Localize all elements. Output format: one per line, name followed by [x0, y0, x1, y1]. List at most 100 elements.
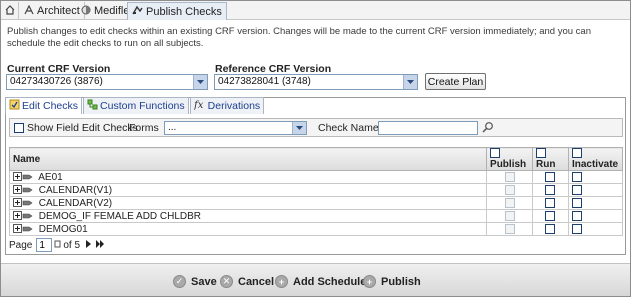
publish-label: Publish	[381, 275, 421, 288]
tab-publish-checks[interactable]: Publish Checks	[127, 2, 227, 20]
current-crf-select[interactable]: 04273430726 (3876)	[6, 74, 208, 90]
inactivate-cell	[567, 196, 624, 210]
pager: Page of 5	[9, 237, 105, 253]
home-icon	[5, 4, 18, 18]
publish-checkbox[interactable]	[504, 171, 515, 182]
column-inactivate-label: Inactivate	[571, 159, 619, 170]
expand-icon[interactable]	[13, 171, 33, 182]
page-description: Publish changes to edit checks within an…	[7, 26, 592, 49]
cancel-label: Cancel	[238, 275, 275, 288]
run-checkbox[interactable]	[545, 210, 556, 221]
table-header-row: Name Publish Run Inactivate	[8, 147, 624, 171]
run-checkbox[interactable]	[545, 197, 556, 208]
chevron-down-icon	[292, 122, 306, 134]
publish-cell	[486, 209, 534, 223]
inactivate-cell	[567, 170, 624, 184]
run-checkbox[interactable]	[545, 171, 556, 182]
top-tab-strip: Architect Mediflex Publish Checks	[1, 1, 630, 20]
reference-crf-select[interactable]: 04273828041 (3748)	[214, 74, 418, 90]
inactivate-checkbox[interactable]	[571, 210, 582, 221]
reference-crf-value: 04273828041 (3748)	[218, 76, 311, 87]
expand-icon[interactable]	[13, 210, 33, 221]
show-field-edit-checks-checkbox[interactable]	[14, 123, 24, 133]
run-checkbox[interactable]	[545, 223, 556, 234]
run-cell	[532, 196, 569, 210]
forms-label: Forms	[129, 122, 159, 134]
search-icon[interactable]	[482, 121, 494, 136]
tab-custom-functions-label: Custom Functions	[100, 100, 185, 112]
save-button[interactable]: ✓ Save	[173, 274, 217, 289]
publish-checkbox[interactable]	[504, 210, 515, 221]
run-all-checkbox[interactable]	[536, 148, 547, 159]
next-page-icon[interactable]	[85, 239, 92, 251]
check-name: DEMOG_IF FEMALE ADD CHLDBR	[38, 210, 202, 222]
forms-select[interactable]: ...	[164, 121, 307, 135]
column-inactivate-header: Inactivate	[567, 147, 624, 171]
run-cell	[532, 183, 569, 197]
name-cell: DEMOG01	[8, 222, 488, 236]
add-schedule-label: Add Schedule	[293, 275, 367, 288]
expand-icon[interactable]	[13, 223, 33, 234]
custom-functions-icon	[87, 99, 100, 113]
check-name: DEMOG01	[38, 223, 88, 235]
inactivate-all-checkbox[interactable]	[571, 148, 582, 159]
run-checkbox[interactable]	[545, 184, 556, 195]
tab-publish-checks-label: Publish Checks	[146, 5, 222, 18]
publish-cell	[486, 222, 534, 236]
tab-home[interactable]	[2, 2, 19, 20]
publish-checkbox[interactable]	[504, 197, 515, 208]
check-name: AE01	[38, 171, 63, 183]
show-field-edit-checks-label: Show Field Edit Checks	[27, 122, 138, 134]
plus-icon: +	[275, 275, 288, 288]
tab-custom-functions[interactable]: Custom Functions	[83, 97, 189, 114]
edit-checks-table: Name Publish Run Inactivate AE01 CALENDA…	[8, 147, 624, 236]
inactivate-checkbox[interactable]	[571, 184, 582, 195]
inactivate-checkbox[interactable]	[571, 223, 582, 234]
tab-architect[interactable]: Architect	[20, 2, 85, 20]
expand-icon[interactable]	[13, 197, 33, 208]
inactivate-checkbox[interactable]	[571, 197, 582, 208]
publish-checkbox[interactable]	[504, 184, 515, 195]
edit-checks-icon	[9, 99, 22, 113]
expand-icon[interactable]	[13, 184, 33, 195]
inactivate-cell	[567, 222, 624, 236]
add-schedule-button[interactable]: + Add Schedule	[275, 274, 366, 289]
tab-architect-label: Architect	[37, 5, 80, 17]
cancel-button[interactable]: ✕ Cancel	[220, 274, 274, 289]
chevron-down-icon	[403, 75, 417, 89]
run-cell	[532, 222, 569, 236]
table-row: CALENDAR(V2)	[8, 196, 624, 210]
name-cell: CALENDAR(V2)	[8, 196, 488, 210]
page-count: of 5	[63, 239, 81, 251]
inactivate-cell	[567, 183, 624, 197]
tab-edit-checks-label: Edit Checks	[22, 100, 79, 112]
go-page-icon[interactable]	[54, 240, 61, 251]
plus-icon: +	[363, 275, 376, 288]
table-row: DEMOG01	[8, 222, 624, 236]
publish-all-checkbox[interactable]	[490, 148, 501, 159]
architect-icon	[24, 4, 37, 18]
publish-button[interactable]: + Publish	[363, 274, 421, 289]
publish-cell	[486, 196, 534, 210]
check-name-label: Check Name	[318, 122, 379, 134]
publish-cell	[486, 170, 534, 184]
publish-checkbox[interactable]	[504, 223, 515, 234]
name-cell: CALENDAR(V1)	[8, 183, 488, 197]
save-label: Save	[191, 275, 217, 288]
column-run-header: Run	[532, 147, 569, 171]
tab-derivations[interactable]: fx Derivations	[189, 97, 265, 114]
current-crf-value: 04273430726 (3876)	[10, 76, 103, 87]
last-page-icon[interactable]	[96, 239, 105, 251]
page-input[interactable]	[36, 238, 53, 252]
footer-action-bar: ✓ Save ✕ Cancel + Add Schedule + Publish	[1, 263, 630, 296]
create-plan-button[interactable]: Create Plan	[425, 73, 486, 90]
check-name-input[interactable]	[378, 121, 478, 135]
tab-edit-checks[interactable]: Edit Checks	[5, 97, 83, 114]
check-name: CALENDAR(V2)	[38, 197, 113, 209]
checkmark-icon: ✓	[173, 275, 186, 288]
inactivate-checkbox[interactable]	[571, 171, 582, 182]
column-name-header: Name	[8, 147, 488, 171]
cancel-icon: ✕	[220, 275, 233, 288]
mediflex-icon	[81, 5, 94, 18]
run-cell	[532, 209, 569, 223]
